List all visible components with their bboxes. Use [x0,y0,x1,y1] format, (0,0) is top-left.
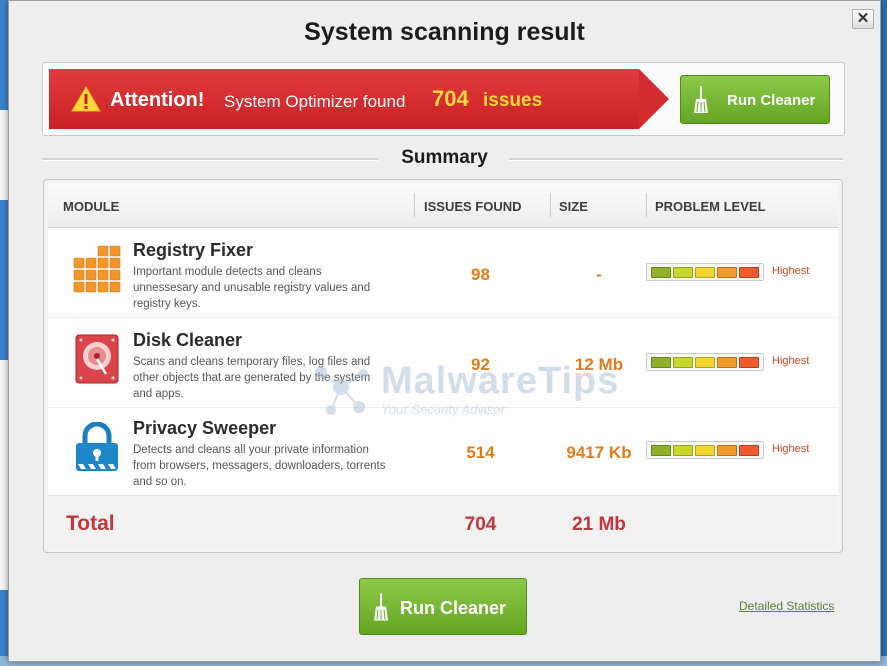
column-header-module: MODULE [63,199,120,214]
column-header-issues: ISSUES FOUND [424,199,522,214]
module-issues: 98 [471,265,490,284]
attention-text: System Optimizer found [224,92,406,111]
desktop-background-right [880,0,887,666]
level-segment [673,445,693,456]
level-segment [651,267,671,278]
padlock-icon [76,422,118,471]
run-cleaner-label: Run Cleaner [400,598,507,618]
module-name: Privacy Sweeper [133,418,277,438]
total-size: 21 Mb [572,514,626,535]
column-separator [550,193,551,218]
level-segment [739,445,759,456]
module-description: Important module detects and cleans unne… [133,266,371,310]
total-label: Total [66,512,115,535]
scan-result-dialog: ✕ System scanning result Attention! Syst… [8,0,881,662]
attention-banner: Attention! System Optimizer found 704 is… [42,62,845,136]
level-segment [695,357,715,368]
level-segment [739,357,759,368]
detailed-statistics-link[interactable]: Detailed Statistics [739,599,834,613]
level-bar [646,441,764,459]
run-cleaner-top-label: Run Cleaner [727,92,816,109]
watermark-title: MalwareTips [381,360,620,402]
issues-count: 704 [432,86,469,111]
problem-level-meter [646,441,766,459]
level-segment [739,267,759,278]
problem-level-label: Highest [772,355,810,367]
level-segment [717,357,737,368]
level-segment [673,267,693,278]
dialog-title: System scanning result [304,18,585,46]
table-header: MODULE ISSUES FOUND SIZE PROBLEM LEVEL [48,183,838,228]
level-segment [695,445,715,456]
level-bar [646,263,764,281]
problem-level-meter [646,353,766,371]
table-row: Registry Fixer Important module detects … [48,228,838,318]
registry-grid-icon [73,245,121,293]
problem-level-label: Highest [772,443,810,455]
watermark: MalwareTips Your Security Advisor [301,344,618,454]
module-size: - [596,265,602,284]
level-segment [651,445,671,456]
column-separator [646,193,647,218]
hard-disk-icon [75,334,119,384]
module-name: Disk Cleaner [133,330,243,350]
attention-red-panel: Attention! System Optimizer found 704 is… [49,69,639,129]
issues-unit: issues [483,90,543,111]
broom-icon [694,86,708,113]
level-segment [651,357,671,368]
attention-label: Attention! [110,89,205,111]
problem-level-label: Highest [772,265,810,277]
level-segment [673,357,693,368]
level-bar [646,353,764,371]
module-name: Registry Fixer [133,240,254,260]
warning-triangle-icon [71,86,101,112]
level-segment [695,267,715,278]
broom-icon [374,593,388,621]
total-issues: 704 [464,514,497,535]
column-separator [414,193,415,218]
watermark-molecule-icon [315,366,368,415]
level-segment [717,445,737,456]
column-header-size: SIZE [559,199,588,214]
attention-arrow [639,69,669,129]
watermark-subtitle: Your Security Advisor [381,402,505,417]
run-cleaner-button[interactable]: Run Cleaner [359,578,527,635]
run-cleaner-top-button[interactable]: Run Cleaner [680,75,830,124]
problem-level-meter [646,263,766,281]
total-row: Total 704 21 Mb [48,495,838,549]
level-segment [717,267,737,278]
column-header-problem-level: PROBLEM LEVEL [655,199,766,214]
summary-title: Summary [401,147,488,168]
